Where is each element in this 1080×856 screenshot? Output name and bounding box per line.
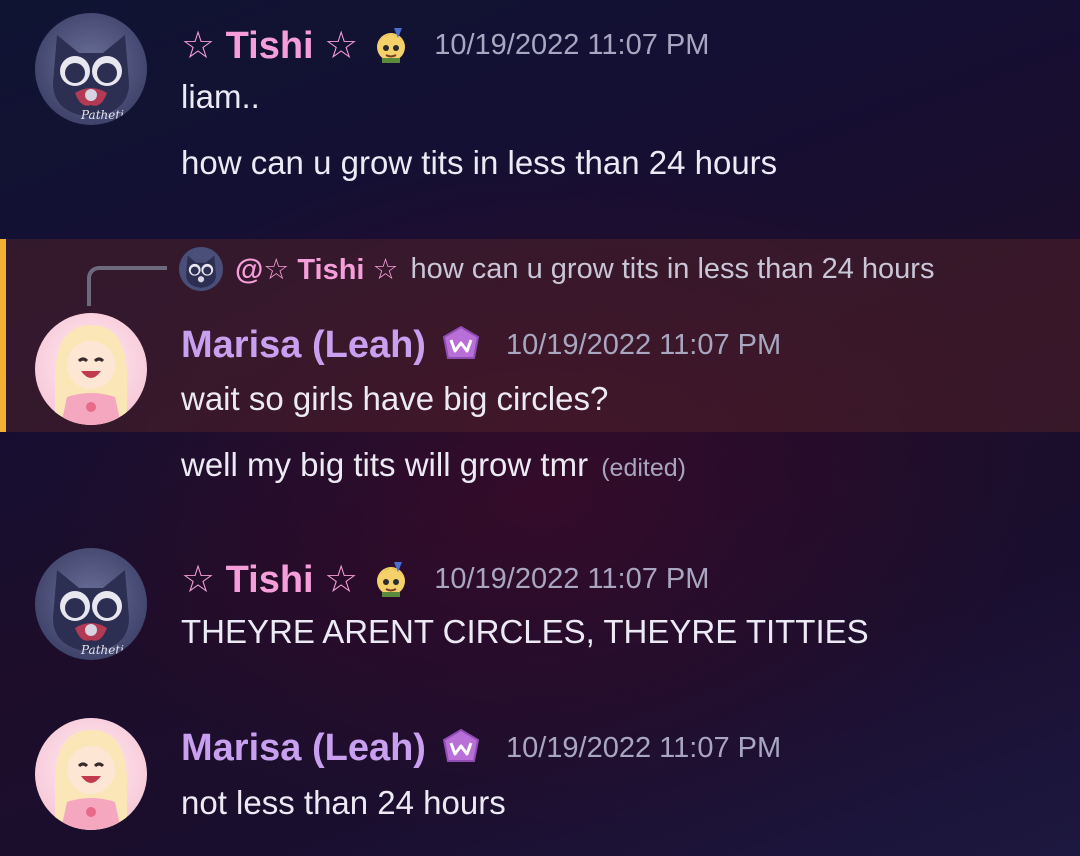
reply-mention[interactable]: @☆ Tishi ☆: [235, 252, 399, 287]
username[interactable]: ☆ Tishi ☆: [181, 23, 358, 68]
message-timestamp[interactable]: 10/19/2022 11:07 PM: [434, 29, 709, 62]
anime-girl-emoji-icon: [372, 560, 410, 598]
message-text: how can u grow tits in less than 24 hour…: [181, 144, 778, 181]
crown-badge-icon: [440, 727, 482, 769]
username[interactable]: Marisa (Leah): [181, 324, 426, 367]
message-header: Marisa (Leah) 10/19/2022 11:07 PM: [181, 723, 781, 773]
message-header: Marisa (Leah) 10/19/2022 11:07 PM: [181, 320, 781, 370]
reply-avatar: [179, 247, 223, 291]
reply-preview[interactable]: how can u grow tits in less than 24 hour…: [411, 253, 935, 286]
message-text: wait so girls have big circles?: [181, 380, 609, 417]
message-header: ☆ Tishi ☆ 10/19/2022 11:07 PM: [181, 554, 709, 604]
username[interactable]: ☆ Tishi ☆: [181, 557, 358, 602]
message-timestamp[interactable]: 10/19/2022 11:07 PM: [506, 732, 781, 765]
message-text: liam..: [181, 78, 260, 115]
reply-connector: [87, 266, 167, 306]
edited-label: (edited): [601, 454, 686, 482]
message-text-row: well my big tits will grow tmr (edited): [181, 446, 686, 484]
avatar-marisa[interactable]: [35, 718, 147, 830]
avatar-caption: Pathetic: [80, 108, 131, 122]
message-header: ☆ Tishi ☆ 10/19/2022 11:07 PM: [181, 20, 709, 70]
message-text: not less than 24 hours: [181, 784, 506, 821]
reply-reference[interactable]: @☆ Tishi ☆ how can u grow tits in less t…: [179, 246, 934, 292]
avatar-caption: Pathetic: [80, 643, 131, 657]
chat-message-list: Pathetic ☆ Tishi ☆ 10/19/2022 11:07 PM l…: [0, 0, 1080, 856]
avatar-tishi[interactable]: Pathetic: [35, 548, 147, 660]
mention-accent-bar: [0, 239, 6, 432]
message-text: well my big tits will grow tmr: [181, 446, 589, 483]
message-timestamp[interactable]: 10/19/2022 11:07 PM: [506, 329, 781, 362]
anime-girl-emoji-icon: [372, 26, 410, 64]
message-text: THEYRE ARENT CIRCLES, THEYRE TITTIES: [181, 613, 869, 650]
avatar-tishi[interactable]: Pathetic: [35, 13, 147, 125]
message-timestamp[interactable]: 10/19/2022 11:07 PM: [434, 563, 709, 596]
crown-badge-icon: [440, 324, 482, 366]
avatar-marisa[interactable]: [35, 313, 147, 425]
username[interactable]: Marisa (Leah): [181, 727, 426, 770]
